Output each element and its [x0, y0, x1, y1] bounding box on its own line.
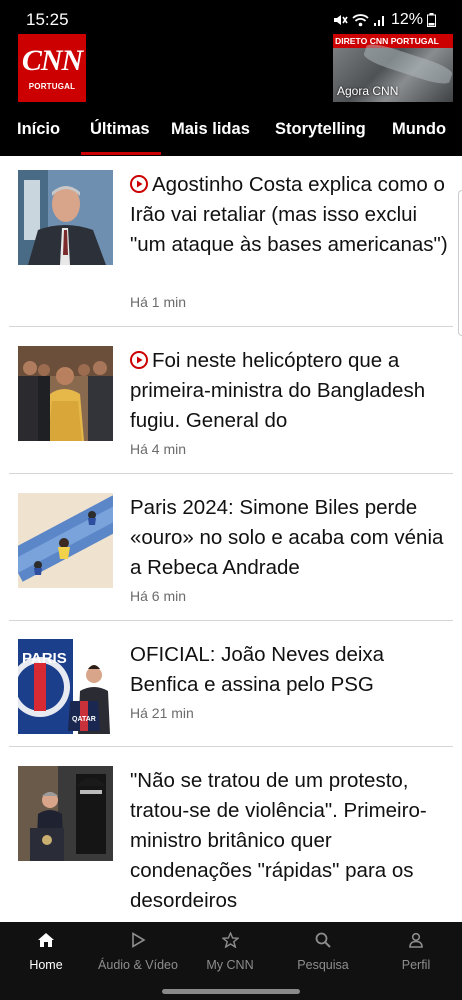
logo-text: CNN: [21, 44, 83, 77]
live-banner: DIRETO CNN PORTUGAL: [333, 34, 453, 48]
nav-profile-label: Perfil: [401, 958, 431, 972]
article-time: Há 21 min: [130, 705, 194, 721]
tab-mais-lidas[interactable]: Mais lidas: [171, 120, 250, 139]
scroll-indicator: [458, 190, 462, 336]
article-item[interactable]: Agostinho Costa explica como o Irão vai …: [9, 156, 453, 327]
tab-inicio[interactable]: Início: [17, 120, 60, 139]
mute-icon: [333, 15, 348, 25]
signal-icon: [373, 16, 384, 26]
article-item[interactable]: "Não se tratou de um protesto, tratou-se…: [9, 747, 453, 922]
live-caption: Agora CNN: [337, 84, 399, 98]
article-headline-text: "Não se tratou de um protesto, tratou-se…: [130, 769, 427, 912]
article-headline[interactable]: OFICIAL: João Neves deixa Benfica e assi…: [130, 640, 448, 700]
article-headline-text: Paris 2024: Simone Biles perde «ouro» no…: [130, 496, 444, 579]
video-play-icon: [130, 351, 148, 369]
status-bar: 15:25 12%: [0, 0, 462, 36]
star-icon: [221, 932, 239, 948]
article-feed[interactable]: Agostinho Costa explica como o Irão vai …: [0, 156, 462, 922]
logo-subtitle: PORTUGAL: [28, 82, 76, 91]
home-icon: [38, 933, 54, 947]
article-thumbnail: [18, 493, 113, 588]
article-headline-text: OFICIAL: João Neves deixa Benfica e assi…: [130, 643, 385, 696]
cnn-portugal-logo[interactable]: CNN PORTUGAL: [18, 34, 86, 102]
nav-my-cnn[interactable]: My CNN: [184, 932, 276, 972]
article-item[interactable]: PARIS QATAR OFICIAL: João Neves deixa Be…: [9, 621, 453, 747]
article-time: Há 4 min: [130, 441, 187, 457]
article-thumbnail: PARIS QATAR: [18, 639, 113, 734]
play-icon: [132, 932, 146, 948]
article-time: Há 1 min: [130, 294, 187, 310]
nav-home[interactable]: Home: [0, 932, 92, 972]
video-play-icon: [130, 175, 148, 193]
article-thumbnail: [18, 170, 113, 265]
tab-ultimas[interactable]: Últimas: [90, 120, 150, 139]
nav-profile[interactable]: Perfil: [370, 932, 462, 972]
wifi-icon: [352, 14, 369, 27]
article-headline[interactable]: Foi neste helicóptero que a primeira-min…: [130, 346, 448, 436]
article-headline-text: Agostinho Costa explica como o Irão vai …: [130, 173, 448, 256]
article-headline[interactable]: Agostinho Costa explica como o Irão vai …: [130, 170, 448, 260]
article-headline-text: Foi neste helicóptero que a primeira-min…: [130, 349, 426, 432]
nav-audio-video[interactable]: Áudio & Vídeo: [92, 932, 184, 972]
article-time: Há 6 min: [130, 588, 187, 604]
nav-my-cnn-label: My CNN: [206, 958, 254, 972]
nav-search-label: Pesquisa: [297, 958, 349, 972]
nav-search[interactable]: Pesquisa: [277, 932, 369, 972]
psg-crest-text: PARIS: [22, 650, 67, 667]
app-header: CNN PORTUGAL DIRETO CNN PORTUGAL Agora C…: [0, 32, 462, 108]
jersey-text: QATAR: [72, 716, 96, 723]
tab-storytelling[interactable]: Storytelling: [275, 120, 366, 139]
nav-audio-video-label: Áudio & Vídeo: [98, 958, 178, 972]
article-thumbnail: [18, 346, 113, 441]
nav-home-label: Home: [29, 958, 63, 972]
article-item[interactable]: Foi neste helicóptero que a primeira-min…: [9, 327, 453, 474]
section-tabs: Início Últimas Mais lidas Storytelling M…: [0, 108, 462, 156]
search-icon: [315, 932, 331, 948]
status-icons: 12%: [332, 11, 436, 29]
home-gesture-bar[interactable]: [162, 989, 300, 994]
person-icon: [409, 932, 423, 948]
article-headline[interactable]: "Não se tratou de um protesto, tratou-se…: [130, 766, 448, 916]
battery-percent: 12%: [390, 11, 423, 28]
battery-icon: [427, 13, 436, 27]
live-stream-preview[interactable]: DIRETO CNN PORTUGAL Agora CNN: [333, 34, 453, 102]
article-thumbnail: [18, 766, 113, 861]
status-time: 15:25: [26, 10, 69, 29]
active-tab-indicator: [81, 152, 161, 155]
tab-mundo[interactable]: Mundo: [392, 120, 446, 139]
article-item[interactable]: Paris 2024: Simone Biles perde «ouro» no…: [9, 474, 453, 621]
article-headline[interactable]: Paris 2024: Simone Biles perde «ouro» no…: [130, 493, 448, 583]
